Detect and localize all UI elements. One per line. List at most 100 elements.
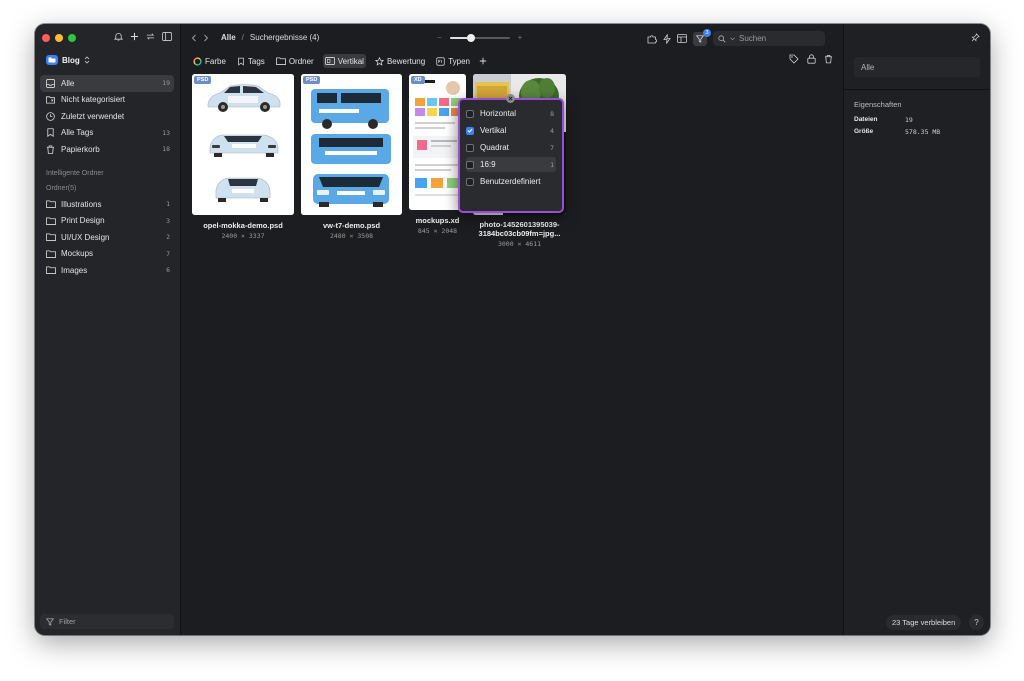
zoom-control: − + <box>437 33 522 42</box>
folder-item-print-design[interactable]: Print Design 3 <box>40 213 174 230</box>
sidebar-filter-input[interactable]: Filter <box>40 614 174 629</box>
folder-icon <box>46 266 56 275</box>
shape-option-16-9[interactable]: 16:9 1 <box>466 157 556 172</box>
sidebar-item-count: 13 <box>162 128 170 137</box>
forward-arrow-icon[interactable] <box>203 34 209 42</box>
filter-tags-label: Tags <box>247 56 265 66</box>
shape-option-custom[interactable]: Benutzerdefiniert <box>466 174 556 189</box>
search-input[interactable]: Suchen <box>713 31 825 46</box>
zoom-slider-handle[interactable] <box>466 33 475 42</box>
lightning-icon[interactable] <box>663 33 671 44</box>
folder-name-field[interactable]: Alle <box>854 57 980 77</box>
sidebar-item-all-tags[interactable]: Alle Tags 13 <box>40 125 174 142</box>
lock-icon[interactable] <box>807 54 816 64</box>
folder-label: Mockups <box>61 249 94 259</box>
option-label: Vertikal <box>480 126 507 135</box>
folder-icon <box>275 57 286 65</box>
minimize-window-button[interactable] <box>55 34 63 42</box>
shape-option-horizontal[interactable]: Horizontal 8 <box>466 106 556 121</box>
filter-rating-button[interactable]: Bewertung <box>373 54 427 68</box>
size-label: Größe <box>854 128 874 135</box>
file-type-badge: XD <box>411 76 425 84</box>
shape-option-square[interactable]: Quadrat 7 <box>466 140 556 155</box>
add-filter-plus-icon[interactable] <box>479 57 487 65</box>
checkmark-icon <box>467 128 473 133</box>
file-dimensions: 2480 × 3508 <box>329 232 374 240</box>
trial-days-button[interactable]: 23 Tage verbleiben <box>886 615 962 630</box>
layout-icon[interactable] <box>677 34 687 43</box>
checkbox[interactable] <box>466 109 474 118</box>
sidebar-item-count: 19 <box>162 79 170 88</box>
file-thumbnail[interactable]: PSD <box>192 74 294 215</box>
file-card[interactable]: PSD vw-t7-demo.psd 2480 × 3508 <box>301 74 402 244</box>
trash-icon[interactable] <box>824 54 833 64</box>
filter-folder-button[interactable]: Ordner <box>274 54 316 68</box>
folder-item-mockups[interactable]: Mockups 7 <box>40 246 174 263</box>
zoom-window-button[interactable] <box>68 34 76 42</box>
uncategorized-icon <box>46 95 56 104</box>
trash-icon <box>46 145 56 154</box>
folder-item-images[interactable]: Images 6 <box>40 262 174 279</box>
help-button[interactable]: ? <box>969 615 984 630</box>
breadcrumb-root[interactable]: Alle <box>221 33 236 42</box>
extension-icon[interactable] <box>647 34 657 44</box>
swap-arrows-icon[interactable] <box>146 32 155 41</box>
filter-types-button[interactable]: Typen <box>434 54 472 68</box>
breadcrumb-separator: / <box>241 33 244 42</box>
folder-count: 1 <box>166 200 170 209</box>
folder-icon <box>46 200 56 209</box>
option-label: Quadrat <box>480 143 509 152</box>
sidebar-item-uncategorized[interactable]: Nicht kategorisiert <box>40 92 174 109</box>
zoom-in-button[interactable]: + <box>518 33 523 42</box>
file-type-badge: PSD <box>303 76 321 84</box>
bookmark-icon <box>46 128 56 138</box>
back-arrow-icon[interactable] <box>191 34 197 42</box>
file-dimensions: 845 × 2048 <box>417 227 458 235</box>
toolbar-actions: 3 Suchen <box>647 28 825 46</box>
filter-shape-label: Vertikal <box>337 56 364 66</box>
close-window-button[interactable] <box>42 34 50 42</box>
library-switcher[interactable]: Blog <box>46 55 90 65</box>
option-label: 16:9 <box>480 160 496 169</box>
zoom-out-button[interactable]: − <box>437 33 442 42</box>
sidebar-item-recent[interactable]: Zuletzt verwendet <box>40 108 174 125</box>
smart-folders-heading[interactable]: Intelligente Ordner <box>46 170 104 177</box>
sidebar-toolbar <box>114 32 172 41</box>
checkbox[interactable] <box>466 160 474 169</box>
folder-label: Print Design <box>61 216 105 226</box>
checkbox[interactable] <box>466 177 474 186</box>
checkbox[interactable] <box>466 143 474 152</box>
file-thumbnail[interactable]: PSD <box>301 74 402 215</box>
file-name: opel-mokka-demo.psd <box>203 221 283 230</box>
sidebar-item-trash[interactable]: Papierkorb 18 <box>40 141 174 158</box>
filter-color-button[interactable]: Farbe <box>191 54 228 68</box>
sidebar-nav: Alle 19 Nicht kategorisiert Zuletzt verw… <box>40 75 174 158</box>
library-name: Blog <box>62 55 80 65</box>
chevron-down-icon <box>730 37 735 41</box>
sidebar-toggle-icon[interactable] <box>162 32 172 41</box>
folder-icon <box>46 250 56 258</box>
file-card[interactable]: PSD opel-mokka-demo.psd 2400 × 3337 <box>192 74 294 244</box>
filter-toggle-button[interactable]: 3 <box>693 28 711 46</box>
folders-heading[interactable]: Ordner(5) <box>46 185 76 192</box>
zoom-slider[interactable] <box>449 33 510 42</box>
folder-item-uiux-design[interactable]: UI/UX Design 2 <box>40 229 174 246</box>
filter-tags-button[interactable]: Tags <box>235 54 267 68</box>
selection-actions <box>789 54 833 64</box>
folder-item-illustrations[interactable]: Illustrations 1 <box>40 196 174 213</box>
bell-icon[interactable] <box>114 32 123 41</box>
shape-option-vertical[interactable]: Vertikal 4 <box>466 123 556 138</box>
clear-filter-button[interactable] <box>506 94 515 103</box>
tag-edit-icon[interactable] <box>789 54 799 64</box>
pin-icon[interactable] <box>971 33 980 42</box>
plus-icon[interactable] <box>130 32 139 41</box>
filter-shape-button[interactable]: Vertikal <box>322 54 366 68</box>
sidebar-item-all[interactable]: Alle 19 <box>40 75 174 92</box>
checkbox-checked[interactable] <box>466 126 474 135</box>
filter-count-badge: 3 <box>703 28 711 37</box>
sidebar-item-count: 18 <box>162 145 170 154</box>
filter-folder-label: Ordner <box>288 56 314 66</box>
option-label: Benutzerdefiniert <box>480 177 541 186</box>
size-value: 578.35 MB <box>905 128 941 136</box>
inbox-icon <box>46 78 56 88</box>
